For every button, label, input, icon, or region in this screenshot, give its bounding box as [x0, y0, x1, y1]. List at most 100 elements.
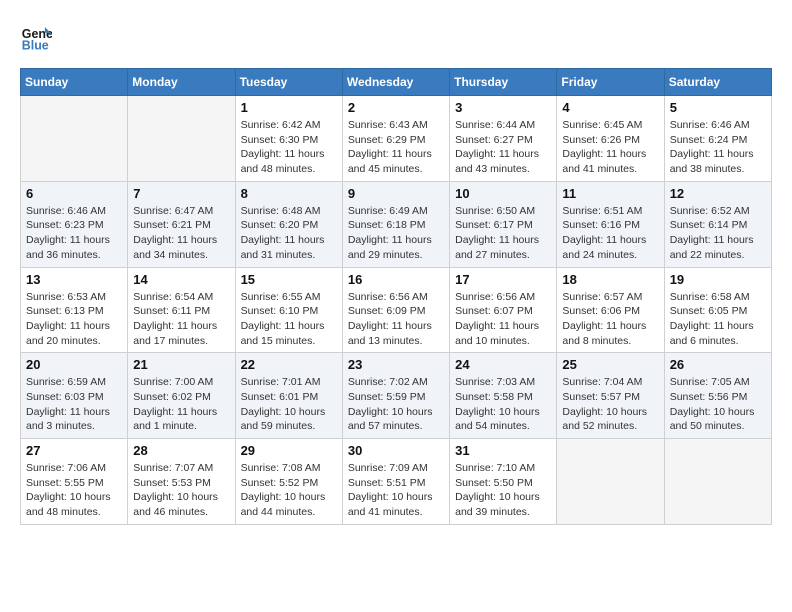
calendar-cell: 10 Sunrise: 6:50 AMSunset: 6:17 PMDayligh…	[450, 181, 557, 267]
day-info: Sunrise: 7:00 AMSunset: 6:02 PMDaylight:…	[133, 375, 229, 434]
day-info: Sunrise: 7:05 AMSunset: 5:56 PMDaylight:…	[670, 375, 766, 434]
calendar-cell: 11Sunrise: 6:51 AMSunset: 6:16 PMDayligh…	[557, 181, 664, 267]
day-info: Sunrise: 7:07 AMSunset: 5:53 PMDaylight:…	[133, 461, 229, 520]
weekday-header-sunday: Sunday	[21, 69, 128, 96]
day-number: 27	[26, 443, 122, 458]
calendar-cell: 2 Sunrise: 6:43 AMSunset: 6:29 PMDaylight…	[342, 96, 449, 182]
day-info: Sunrise: 7:09 AMSunset: 5:51 PMDaylight:…	[348, 461, 444, 520]
day-number: 12	[670, 186, 766, 201]
day-info: Sunrise: 6:45 AMSunset: 6:26 PMDaylight:…	[562, 118, 658, 177]
weekday-header-monday: Monday	[128, 69, 235, 96]
day-info: Sunrise: 6:56 AMSunset: 6:07 PMDaylight:…	[455, 290, 551, 349]
day-info: Sunrise: 6:57 AMSunset: 6:06 PMDaylight:…	[562, 290, 658, 349]
calendar-cell	[21, 96, 128, 182]
day-number: 17	[455, 272, 551, 287]
calendar-cell: 3 Sunrise: 6:44 AMSunset: 6:27 PMDaylight…	[450, 96, 557, 182]
calendar-cell: 14 Sunrise: 6:54 AMSunset: 6:11 PMDayligh…	[128, 267, 235, 353]
logo: General Blue	[20, 20, 56, 52]
day-info: Sunrise: 6:59 AMSunset: 6:03 PMDaylight:…	[26, 375, 122, 434]
calendar-cell: 22 Sunrise: 7:01 AMSunset: 6:01 PMDayligh…	[235, 353, 342, 439]
weekday-header-wednesday: Wednesday	[342, 69, 449, 96]
day-number: 20	[26, 357, 122, 372]
calendar-cell: 12 Sunrise: 6:52 AMSunset: 6:14 PMDayligh…	[664, 181, 771, 267]
day-info: Sunrise: 6:44 AMSunset: 6:27 PMDaylight:…	[455, 118, 551, 177]
day-number: 24	[455, 357, 551, 372]
calendar-cell: 13 Sunrise: 6:53 AMSunset: 6:13 PMDayligh…	[21, 267, 128, 353]
day-info: Sunrise: 6:50 AMSunset: 6:17 PMDaylight:…	[455, 204, 551, 263]
day-number: 6	[26, 186, 122, 201]
day-number: 16	[348, 272, 444, 287]
calendar-cell: 20 Sunrise: 6:59 AMSunset: 6:03 PMDayligh…	[21, 353, 128, 439]
day-info: Sunrise: 6:53 AMSunset: 6:13 PMDaylight:…	[26, 290, 122, 349]
day-info: Sunrise: 7:10 AMSunset: 5:50 PMDaylight:…	[455, 461, 551, 520]
day-info: Sunrise: 6:43 AMSunset: 6:29 PMDaylight:…	[348, 118, 444, 177]
calendar-cell: 30 Sunrise: 7:09 AMSunset: 5:51 PMDayligh…	[342, 439, 449, 525]
calendar-cell: 19 Sunrise: 6:58 AMSunset: 6:05 PMDayligh…	[664, 267, 771, 353]
day-number: 28	[133, 443, 229, 458]
day-number: 18	[562, 272, 658, 287]
day-info: Sunrise: 6:47 AMSunset: 6:21 PMDaylight:…	[133, 204, 229, 263]
day-number: 3	[455, 100, 551, 115]
calendar-cell: 29Sunrise: 7:08 AMSunset: 5:52 PMDayligh…	[235, 439, 342, 525]
day-info: Sunrise: 6:52 AMSunset: 6:14 PMDaylight:…	[670, 204, 766, 263]
calendar-cell	[557, 439, 664, 525]
day-info: Sunrise: 6:46 AMSunset: 6:24 PMDaylight:…	[670, 118, 766, 177]
day-number: 8	[241, 186, 337, 201]
day-number: 31	[455, 443, 551, 458]
calendar-cell	[664, 439, 771, 525]
day-number: 2	[348, 100, 444, 115]
day-number: 19	[670, 272, 766, 287]
calendar-cell: 24 Sunrise: 7:03 AMSunset: 5:58 PMDayligh…	[450, 353, 557, 439]
calendar-cell: 15 Sunrise: 6:55 AMSunset: 6:10 PMDayligh…	[235, 267, 342, 353]
day-info: Sunrise: 7:06 AMSunset: 5:55 PMDaylight:…	[26, 461, 122, 520]
day-number: 13	[26, 272, 122, 287]
day-number: 5	[670, 100, 766, 115]
calendar-cell: 1 Sunrise: 6:42 AMSunset: 6:30 PMDaylight…	[235, 96, 342, 182]
calendar-cell: 18 Sunrise: 6:57 AMSunset: 6:06 PMDayligh…	[557, 267, 664, 353]
day-info: Sunrise: 6:54 AMSunset: 6:11 PMDaylight:…	[133, 290, 229, 349]
day-number: 29	[241, 443, 337, 458]
day-info: Sunrise: 6:49 AMSunset: 6:18 PMDaylight:…	[348, 204, 444, 263]
day-info: Sunrise: 6:42 AMSunset: 6:30 PMDaylight:…	[241, 118, 337, 177]
calendar-cell	[128, 96, 235, 182]
day-number: 10	[455, 186, 551, 201]
day-info: Sunrise: 6:48 AMSunset: 6:20 PMDaylight:…	[241, 204, 337, 263]
calendar-cell: 28 Sunrise: 7:07 AMSunset: 5:53 PMDayligh…	[128, 439, 235, 525]
day-number: 21	[133, 357, 229, 372]
calendar-cell: 8 Sunrise: 6:48 AMSunset: 6:20 PMDaylight…	[235, 181, 342, 267]
calendar-cell: 21 Sunrise: 7:00 AMSunset: 6:02 PMDayligh…	[128, 353, 235, 439]
calendar-cell: 25 Sunrise: 7:04 AMSunset: 5:57 PMDayligh…	[557, 353, 664, 439]
page-header: General Blue	[20, 20, 772, 52]
day-number: 9	[348, 186, 444, 201]
day-info: Sunrise: 7:02 AMSunset: 5:59 PMDaylight:…	[348, 375, 444, 434]
calendar-cell: 16Sunrise: 6:56 AMSunset: 6:09 PMDayligh…	[342, 267, 449, 353]
day-number: 25	[562, 357, 658, 372]
day-number: 30	[348, 443, 444, 458]
calendar-cell: 23 Sunrise: 7:02 AMSunset: 5:59 PMDayligh…	[342, 353, 449, 439]
calendar-cell: 27 Sunrise: 7:06 AMSunset: 5:55 PMDayligh…	[21, 439, 128, 525]
calendar-cell: 4 Sunrise: 6:45 AMSunset: 6:26 PMDaylight…	[557, 96, 664, 182]
day-info: Sunrise: 6:55 AMSunset: 6:10 PMDaylight:…	[241, 290, 337, 349]
calendar-cell: 31 Sunrise: 7:10 AMSunset: 5:50 PMDayligh…	[450, 439, 557, 525]
day-number: 4	[562, 100, 658, 115]
day-number: 22	[241, 357, 337, 372]
day-number: 23	[348, 357, 444, 372]
logo-icon: General Blue	[20, 20, 52, 52]
day-number: 1	[241, 100, 337, 115]
day-info: Sunrise: 7:04 AMSunset: 5:57 PMDaylight:…	[562, 375, 658, 434]
weekday-header-saturday: Saturday	[664, 69, 771, 96]
day-info: Sunrise: 6:58 AMSunset: 6:05 PMDaylight:…	[670, 290, 766, 349]
day-number: 15	[241, 272, 337, 287]
day-number: 14	[133, 272, 229, 287]
day-info: Sunrise: 7:01 AMSunset: 6:01 PMDaylight:…	[241, 375, 337, 434]
day-info: Sunrise: 7:03 AMSunset: 5:58 PMDaylight:…	[455, 375, 551, 434]
weekday-header-tuesday: Tuesday	[235, 69, 342, 96]
weekday-header-friday: Friday	[557, 69, 664, 96]
calendar-cell: 7 Sunrise: 6:47 AMSunset: 6:21 PMDaylight…	[128, 181, 235, 267]
calendar-table: SundayMondayTuesdayWednesdayThursdayFrid…	[20, 68, 772, 525]
day-info: Sunrise: 6:51 AMSunset: 6:16 PMDaylight:…	[562, 204, 658, 263]
calendar-cell: 6Sunrise: 6:46 AMSunset: 6:23 PMDaylight…	[21, 181, 128, 267]
calendar-cell: 17 Sunrise: 6:56 AMSunset: 6:07 PMDayligh…	[450, 267, 557, 353]
calendar-cell: 9 Sunrise: 6:49 AMSunset: 6:18 PMDaylight…	[342, 181, 449, 267]
day-number: 7	[133, 186, 229, 201]
